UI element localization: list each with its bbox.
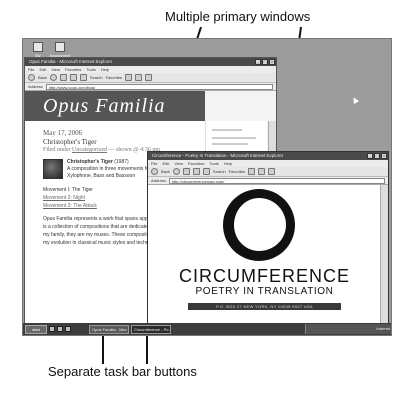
category-link[interactable]: Uncategorized bbox=[72, 147, 107, 153]
taskbar-button-opus[interactable]: Opus Familia - Micr... bbox=[89, 324, 129, 334]
menu-tools[interactable]: Tools bbox=[209, 160, 218, 167]
site-banner: Opus Familia bbox=[25, 91, 205, 121]
address-bar: Address http://www.opus.com/blog/ bbox=[25, 83, 276, 91]
tiger-photo bbox=[43, 159, 63, 179]
address-input[interactable]: http://circumferencemag.com/ bbox=[168, 177, 385, 184]
quicklaunch-media-icon[interactable] bbox=[65, 326, 71, 332]
search-label[interactable]: Search bbox=[213, 169, 226, 174]
print-icon[interactable] bbox=[145, 74, 153, 81]
folder-icon bbox=[33, 42, 43, 52]
brand-title: CIRCUMFERENCE bbox=[178, 266, 350, 286]
menu-bar: File Edit View Favorites Tools Help bbox=[148, 160, 388, 167]
mail-icon[interactable] bbox=[135, 74, 143, 81]
address-label: Address bbox=[28, 84, 43, 89]
back-label[interactable]: Back bbox=[38, 75, 47, 80]
stop-icon[interactable] bbox=[182, 168, 190, 175]
mailing-address: P.O. BOX 27 NEW YORK, NY 10039-9527 USA bbox=[188, 303, 341, 310]
menu-edit[interactable]: Edit bbox=[39, 66, 46, 73]
browser-toolbar: Back Search Favorites bbox=[25, 73, 276, 83]
folder-icon bbox=[55, 42, 65, 52]
browser-window-circumference[interactable]: Circumference - Poetry In Translation - … bbox=[147, 151, 389, 329]
menu-view[interactable]: View bbox=[51, 66, 60, 73]
menu-bar: File Edit View Favorites Tools Help bbox=[25, 66, 276, 73]
tiger-year: (1987) bbox=[114, 159, 129, 165]
circle-logo-icon bbox=[223, 189, 295, 261]
filed-prefix: Filed under bbox=[43, 147, 71, 153]
window-title: Circumference - Poetry In Translation - … bbox=[152, 153, 284, 158]
circumference-page: CIRCUMFERENCE POETRY IN TRANSLATION P.O.… bbox=[148, 185, 381, 328]
system-tray: Internet bbox=[305, 324, 391, 334]
forward-icon[interactable] bbox=[172, 168, 180, 175]
maximize-icon[interactable]: □ bbox=[374, 153, 380, 159]
start-button[interactable]: start bbox=[25, 324, 47, 334]
back-icon[interactable] bbox=[28, 74, 35, 81]
print-icon[interactable] bbox=[268, 168, 276, 175]
refresh-icon[interactable] bbox=[69, 74, 77, 81]
home-icon[interactable] bbox=[202, 168, 210, 175]
desktop: My Documents Assignment Documents Opus F… bbox=[22, 38, 392, 336]
tiger-name: Christopher's Tiger bbox=[67, 159, 113, 165]
address-input[interactable]: http://www.opus.com/blog/ bbox=[45, 83, 273, 90]
history-icon[interactable] bbox=[248, 168, 256, 175]
quicklaunch-browser-icon[interactable] bbox=[49, 326, 55, 332]
favorites-label[interactable]: Favorites bbox=[106, 75, 122, 80]
close-icon[interactable]: × bbox=[381, 153, 387, 159]
menu-file[interactable]: File bbox=[151, 160, 157, 167]
post-date: May 17, 2006 bbox=[43, 129, 83, 137]
menu-file[interactable]: File bbox=[28, 66, 34, 73]
window-titlebar[interactable]: Circumference - Poetry In Translation - … bbox=[148, 152, 388, 160]
quicklaunch-desktop-icon[interactable] bbox=[57, 326, 63, 332]
stop-icon[interactable] bbox=[59, 74, 67, 81]
favorites-label[interactable]: Favorites bbox=[229, 169, 245, 174]
mail-icon[interactable] bbox=[258, 168, 266, 175]
minimize-icon[interactable]: _ bbox=[255, 59, 261, 65]
vertical-scrollbar[interactable] bbox=[380, 185, 388, 328]
search-label[interactable]: Search bbox=[90, 75, 103, 80]
maximize-icon[interactable]: □ bbox=[262, 59, 268, 65]
forward-icon[interactable] bbox=[49, 74, 57, 81]
brand-tagline: POETRY IN TRANSLATION bbox=[195, 286, 334, 297]
menu-view[interactable]: View bbox=[174, 160, 183, 167]
taskbar: start Opus Familia - Micr... Circumferen… bbox=[23, 323, 391, 335]
refresh-icon[interactable] bbox=[192, 168, 200, 175]
back-label[interactable]: Back bbox=[161, 169, 170, 174]
minimize-icon[interactable]: _ bbox=[367, 153, 373, 159]
callout-multiple-windows: Multiple primary windows bbox=[165, 9, 311, 24]
back-icon[interactable] bbox=[151, 168, 158, 175]
menu-help[interactable]: Help bbox=[224, 160, 232, 167]
history-icon[interactable] bbox=[125, 74, 133, 81]
home-icon[interactable] bbox=[79, 74, 87, 81]
taskbar-button-circumference[interactable]: Circumference - Po... bbox=[131, 324, 171, 334]
window-titlebar[interactable]: Opus Familia - Microsoft Internet Explor… bbox=[25, 58, 276, 66]
browser-toolbar: Back Search Favorites bbox=[148, 167, 388, 177]
post-title[interactable]: Christopher's Tiger bbox=[43, 138, 197, 146]
menu-tools[interactable]: Tools bbox=[86, 66, 95, 73]
window-title: Opus Familia - Microsoft Internet Explor… bbox=[29, 59, 113, 64]
mouse-pointer-icon bbox=[350, 95, 360, 105]
menu-edit[interactable]: Edit bbox=[162, 160, 169, 167]
address-label: Address bbox=[151, 178, 166, 183]
callout-taskbar-buttons: Separate task bar buttons bbox=[48, 364, 197, 379]
address-bar: Address http://circumferencemag.com/ bbox=[148, 177, 388, 185]
menu-favorites[interactable]: Favorites bbox=[65, 66, 81, 73]
close-icon[interactable]: × bbox=[269, 59, 275, 65]
menu-favorites[interactable]: Favorites bbox=[188, 160, 204, 167]
menu-help[interactable]: Help bbox=[101, 66, 109, 73]
